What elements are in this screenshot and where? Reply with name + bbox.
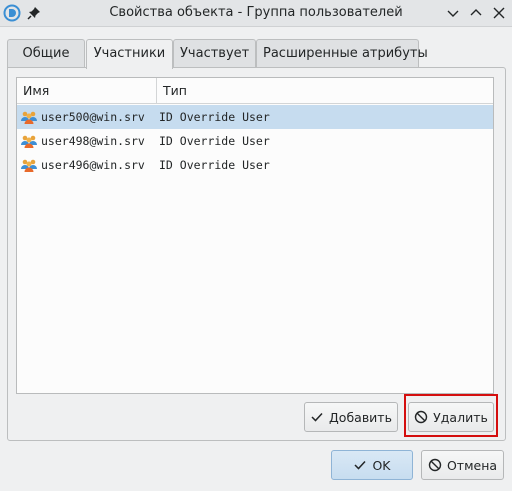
table-row[interactable]: user500@win.srv ID Override User (17, 105, 493, 129)
add-button[interactable]: Добавить (304, 402, 398, 432)
member-type: ID Override User (159, 110, 270, 124)
cancel-icon (428, 458, 442, 472)
tab-member-of[interactable]: Участвует (173, 39, 256, 68)
member-type: ID Override User (159, 158, 270, 172)
maximize-icon[interactable] (468, 5, 484, 21)
members-list[interactable]: Имя Тип user500@win.srv ID Override User u… (16, 77, 494, 394)
title-bar: Свойства объекта - Группа пользователей (0, 0, 512, 27)
tab-extended-attributes[interactable]: Расширенные атрибуты (256, 39, 428, 68)
list-header: Имя Тип (17, 78, 493, 104)
table-row[interactable]: user498@win.srv ID Override User (17, 129, 493, 153)
cancel-button[interactable]: Отмена (421, 450, 504, 480)
ok-button-label: OK (372, 457, 391, 473)
users-icon (21, 159, 37, 172)
users-icon (21, 111, 37, 124)
member-name: user498@win.srv (41, 134, 145, 148)
member-name: user500@win.srv (41, 110, 145, 124)
ok-button[interactable]: OK (331, 450, 413, 480)
users-icon (21, 135, 37, 148)
highlight-frame (404, 394, 498, 437)
minimize-icon[interactable] (445, 5, 461, 21)
column-header-type[interactable]: Тип (157, 78, 493, 104)
column-header-name[interactable]: Имя (17, 78, 157, 104)
check-icon (311, 412, 323, 422)
add-button-label: Добавить (329, 409, 392, 425)
close-icon[interactable] (491, 5, 507, 21)
member-type: ID Override User (159, 134, 270, 148)
tab-members[interactable]: Участники (86, 39, 173, 69)
table-row[interactable]: user496@win.srv ID Override User (17, 153, 493, 177)
cancel-button-label: Отмена (446, 457, 498, 473)
window-title: Свойства объекта - Группа пользователей (109, 5, 403, 20)
member-name: user496@win.srv (41, 158, 145, 172)
tab-general[interactable]: Общие (7, 39, 85, 68)
list-rows: user500@win.srv ID Override User user498@w… (17, 105, 493, 177)
check-icon (354, 460, 367, 470)
